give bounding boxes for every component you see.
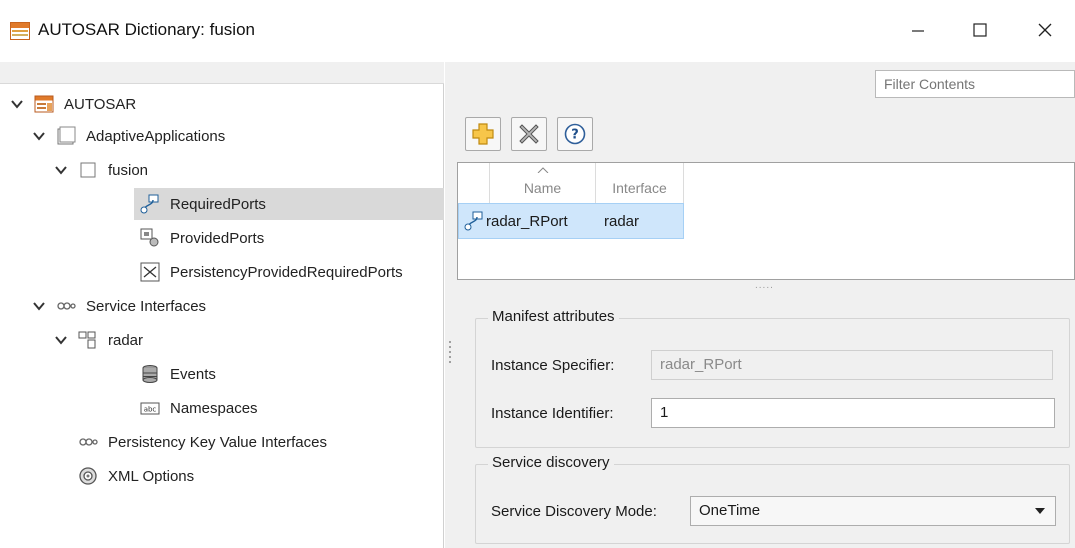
group-title: Manifest attributes [488, 308, 619, 325]
folder-icon [57, 126, 76, 145]
add-button[interactable] [465, 117, 501, 151]
window-title: AUTOSAR Dictionary: fusion [38, 20, 255, 39]
instance-identifier-label: Instance Identifier: [491, 405, 614, 422]
add-icon [472, 123, 494, 145]
svg-text:?: ? [571, 128, 579, 143]
namespaces-icon: abc [140, 402, 160, 415]
vertical-splitter[interactable] [449, 338, 453, 366]
instance-specifier-label: Instance Specifier: [491, 357, 615, 374]
tree-header [0, 62, 444, 84]
svg-text:abc: abc [144, 406, 157, 414]
tree-item-xml-options[interactable]: XML Options [78, 460, 194, 492]
chevron-down-icon[interactable] [10, 97, 24, 111]
help-button[interactable]: ? [557, 117, 593, 151]
sort-ascending-icon [537, 167, 548, 173]
maximize-icon [973, 23, 987, 37]
chevron-down-icon[interactable] [32, 299, 46, 313]
interfaces-icon [79, 438, 98, 446]
service-discovery-mode-select[interactable]: OneTime [690, 496, 1056, 526]
minimize-icon [912, 30, 924, 32]
horizontal-splitter[interactable]: ..... [755, 280, 774, 291]
table-header-icon-col [458, 163, 490, 203]
tree-item-label: PersistencyProvidedRequiredPorts [170, 263, 403, 281]
interfaces-icon [57, 302, 76, 310]
service-discovery-mode-label: Service Discovery Mode: [491, 503, 657, 520]
tree-item-label: Service Interfaces [86, 297, 207, 315]
filter-input[interactable] [875, 70, 1075, 98]
close-icon [1038, 23, 1052, 37]
tree-item-persistency-interfaces[interactable]: Persistency Key Value Interfaces [78, 426, 327, 458]
events-icon [142, 365, 158, 383]
chevron-down-icon[interactable] [54, 333, 68, 347]
table-cell-name[interactable]: radar_RPort [486, 203, 568, 239]
table-header-name[interactable]: Name [490, 163, 596, 203]
maximize-button[interactable] [957, 10, 1003, 50]
title-bar: AUTOSAR Dictionary: fusion [0, 0, 1075, 62]
component-icon [80, 162, 96, 178]
required-port-icon [140, 194, 159, 214]
persistency-port-icon [140, 262, 160, 282]
tree-item-fusion[interactable]: fusion [54, 154, 148, 186]
tree-item-label: radar [108, 331, 144, 349]
dropdown-arrow-icon [1035, 508, 1045, 514]
chevron-down-icon[interactable] [32, 129, 46, 143]
column-label: Name [523, 180, 562, 196]
tree-item-label: Events [170, 365, 216, 383]
tree-pane: AUTOSAR AdaptiveApplications fusion Requ… [0, 62, 444, 548]
manifest-attributes-group: Manifest attributes Instance Specifier: … [475, 308, 1070, 448]
tree-item-events[interactable]: Events [140, 358, 216, 390]
tree-item-required-ports[interactable]: RequiredPorts [134, 188, 444, 220]
table-header-interface[interactable]: Interface [596, 163, 684, 203]
tree-item-label: Persistency Key Value Interfaces [108, 433, 327, 451]
minimize-button[interactable] [895, 10, 941, 50]
tree-item-provided-ports[interactable]: ProvidedPorts [140, 222, 264, 254]
close-button[interactable] [1022, 10, 1068, 50]
tree-item-label: RequiredPorts [170, 195, 266, 213]
details-pane: ? Name Interface radar_RPort radar .....… [445, 62, 1075, 548]
tree-item-service-interfaces[interactable]: Service Interfaces [32, 290, 206, 322]
select-value: OneTime [699, 502, 761, 519]
gear-icon [79, 467, 97, 485]
tree-item-label: ProvidedPorts [170, 229, 265, 247]
ports-table: Name Interface radar_RPort radar [457, 162, 1075, 280]
table-cell-interface[interactable]: radar [604, 203, 639, 239]
tree-item-persistency-ports[interactable]: PersistencyProvidedRequiredPorts [140, 256, 403, 288]
autosar-package-icon [34, 95, 54, 113]
instance-identifier-field[interactable]: 1 [651, 398, 1055, 428]
tree-item-namespaces[interactable]: abc Namespaces [140, 392, 258, 424]
service-interface-icon [78, 331, 96, 349]
service-discovery-group: Service discovery Service Discovery Mode… [475, 454, 1070, 544]
chevron-down-icon[interactable] [54, 163, 68, 177]
tree-item-label: XML Options [108, 467, 195, 485]
tree-item-radar[interactable]: radar [54, 324, 143, 356]
delete-button[interactable] [511, 117, 547, 151]
tree-item-adaptive-applications[interactable]: AdaptiveApplications [32, 120, 225, 152]
required-port-icon [464, 211, 483, 231]
provided-port-icon [140, 228, 159, 247]
instance-specifier-field: radar_RPort [651, 350, 1053, 380]
tree-item-label: Namespaces [170, 399, 258, 417]
delete-icon [519, 124, 539, 144]
table-row-icon [464, 203, 484, 239]
tree-item-label: fusion [108, 161, 149, 179]
app-icon [10, 22, 30, 40]
group-title: Service discovery [488, 454, 614, 471]
tree-item-autosar[interactable]: AUTOSAR [10, 88, 136, 120]
column-label: Interface [612, 180, 667, 196]
help-icon: ? [564, 123, 586, 145]
tree-item-label: AUTOSAR [64, 95, 137, 113]
tree-item-label: AdaptiveApplications [86, 127, 226, 145]
